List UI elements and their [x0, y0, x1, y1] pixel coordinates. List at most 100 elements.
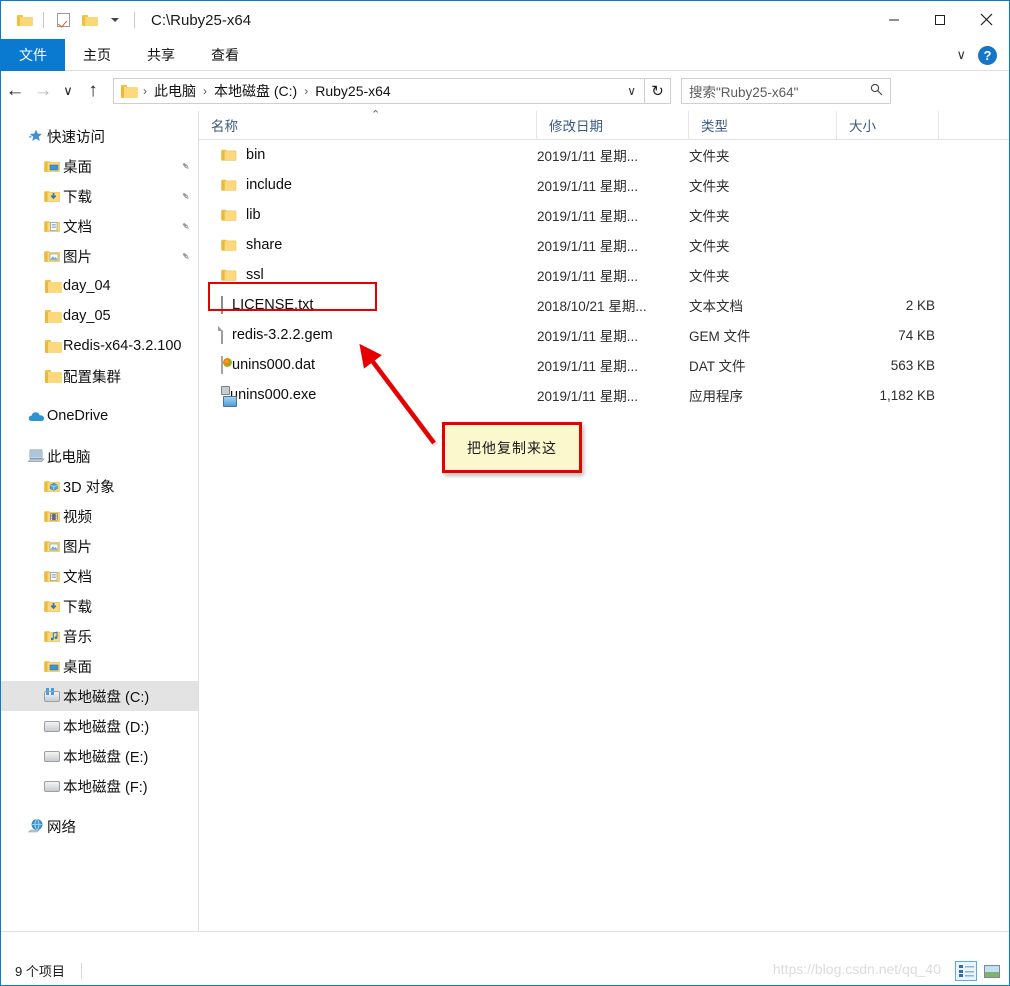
file-name-label: bin [246, 147, 266, 163]
cell-date: 2019/1/11 星期... [537, 389, 639, 404]
sidebar-item-11[interactable]: 3D 对象 [1, 471, 198, 501]
table-row[interactable]: LICENSE.txt 2018/10/21 星期... 文本文档 2 KB [199, 290, 1009, 320]
sidebar-item-label: 配置集群 [63, 369, 121, 386]
sidebar-item-17[interactable]: 桌面 [1, 651, 198, 681]
cell-type: 文件夹 [689, 269, 730, 284]
nav-group-gap [1, 391, 198, 401]
recent-locations-icon[interactable]: ∨ [57, 77, 79, 105]
table-row[interactable]: bin 2019/1/11 星期... 文件夹 [199, 140, 1009, 170]
up-button[interactable]: ↑ [79, 77, 107, 105]
sidebar-item-4[interactable]: 图片 ✒ [1, 241, 198, 271]
sidebar-item-10[interactable]: 此电脑 [1, 441, 198, 471]
sidebar-item-20[interactable]: 本地磁盘 (E:) [1, 741, 198, 771]
breadcrumb-item-local-disk-c[interactable]: 本地磁盘 (C:) [214, 81, 297, 101]
breadcrumb[interactable]: › 此电脑 › 本地磁盘 (C:) › Ruby25-x64 ∨ [113, 78, 645, 104]
sidebar-item-0[interactable]: 快速访问 [1, 121, 198, 151]
new-folder-icon[interactable] [76, 7, 102, 33]
sidebar-item-12[interactable]: 视频 [1, 501, 198, 531]
properties-icon[interactable] [50, 7, 76, 33]
cell-size: 563 KB [890, 357, 935, 373]
sidebar-item-7[interactable]: Redis-x64-3.2.100 [1, 331, 198, 361]
toolbar-divider-2 [134, 12, 135, 28]
search-input[interactable]: 搜索"Ruby25-x64" [681, 78, 891, 104]
column-header-type[interactable]: 类型 [689, 110, 837, 140]
column-header-name[interactable]: 名称 [199, 110, 537, 140]
pin-icon[interactable]: ✒ [178, 218, 194, 234]
pin-icon[interactable]: ✒ [178, 158, 194, 174]
cell-type: 文件夹 [689, 209, 730, 224]
sidebar-item-1[interactable]: 桌面 ✒ [1, 151, 198, 181]
cell-name: lib [199, 207, 537, 223]
details-view-button[interactable] [955, 961, 977, 981]
breadcrumb-dropdown-icon[interactable]: ∨ [627, 84, 640, 98]
table-row[interactable]: lib 2019/1/11 星期... 文件夹 [199, 200, 1009, 230]
close-button[interactable] [963, 1, 1009, 38]
folder-icon [221, 178, 237, 192]
table-row[interactable]: redis-3.2.2.gem 2019/1/11 星期... GEM 文件 74 K… [199, 320, 1009, 350]
sidebar-item-14[interactable]: 文档 [1, 561, 198, 591]
folder-icon [221, 268, 237, 282]
help-icon[interactable]: ? [978, 45, 997, 65]
thumbnail-view-button[interactable] [981, 961, 1003, 981]
cell-type: GEM 文件 [689, 329, 751, 344]
folder-pictures-icon [41, 539, 63, 553]
folder-videos-icon [41, 509, 63, 523]
tab-share[interactable]: 共享 [129, 39, 193, 71]
sidebar-item-label: 本地磁盘 (E:) [63, 749, 149, 766]
breadcrumb-item-this-pc[interactable]: 此电脑 [154, 81, 196, 101]
sidebar-item-19[interactable]: 本地磁盘 (D:) [1, 711, 198, 741]
folder-desktop-icon [41, 659, 63, 673]
column-header-extra[interactable] [939, 111, 1009, 140]
cell-type: 文件夹 [689, 149, 730, 164]
chevron-down-icon[interactable]: ∨ [956, 47, 966, 63]
sidebar-item-16[interactable]: 音乐 [1, 621, 198, 651]
refresh-button[interactable]: ↻ [645, 78, 671, 104]
pin-icon[interactable]: ✒ [178, 248, 194, 264]
breadcrumb-separator-2[interactable]: › [203, 84, 207, 98]
tab-home[interactable]: 主页 [65, 39, 129, 71]
minimize-button[interactable] [871, 1, 917, 38]
breadcrumb-separator[interactable]: › [143, 84, 147, 98]
table-row[interactable]: share 2019/1/11 星期... 文件夹 [199, 230, 1009, 260]
cell-name: ssl [199, 267, 537, 283]
folder-downloads-icon [41, 599, 63, 613]
table-row[interactable]: ssl 2019/1/11 星期... 文件夹 [199, 260, 1009, 290]
nav-group-gap [1, 431, 198, 441]
customize-dropdown-icon[interactable] [102, 7, 128, 33]
sidebar-item-label: day_05 [63, 308, 111, 324]
sidebar-item-9[interactable]: OneDrive [1, 401, 198, 431]
cell-size: 2 KB [905, 297, 935, 313]
tab-view[interactable]: 查看 [193, 39, 257, 71]
pin-icon[interactable]: ✒ [178, 188, 194, 204]
computer-icon [25, 449, 47, 463]
sidebar-item-15[interactable]: 下载 [1, 591, 198, 621]
column-header-date[interactable]: 修改日期 [537, 110, 689, 140]
breadcrumb-item-ruby25[interactable]: Ruby25-x64 [315, 83, 391, 99]
maximize-button[interactable] [917, 1, 963, 38]
back-button[interactable]: ← [1, 77, 29, 105]
sidebar-item-2[interactable]: 下载 ✒ [1, 181, 198, 211]
table-row[interactable]: unins000.exe 2019/1/11 星期... 应用程序 1,182 KB [199, 380, 1009, 410]
explorer-body: 快速访问 桌面 ✒ 下载 ✒ 文档 ✒ 图片 ✒ day_04 day_05 Redis-x64-3.… [1, 109, 1009, 931]
sidebar-item-8[interactable]: 配置集群 [1, 361, 198, 391]
sidebar-item-22[interactable]: 网络 [1, 811, 198, 841]
tab-file[interactable]: 文件 [1, 39, 65, 71]
nav-group-gap [1, 801, 198, 811]
sidebar-item-5[interactable]: day_04 [1, 271, 198, 301]
sidebar-item-21[interactable]: 本地磁盘 (F:) [1, 771, 198, 801]
sidebar-item-18[interactable]: 本地磁盘 (C:) [1, 681, 198, 711]
cell-name: unins000.exe [199, 387, 537, 403]
sidebar-item-label: OneDrive [47, 408, 109, 424]
sidebar-item-6[interactable]: day_05 [1, 301, 198, 331]
table-row[interactable]: include 2019/1/11 星期... 文件夹 [199, 170, 1009, 200]
folder-icon[interactable] [11, 7, 37, 33]
file-name-label: redis-3.2.2.gem [232, 327, 333, 343]
sidebar-item-3[interactable]: 文档 ✒ [1, 211, 198, 241]
drive-icon [41, 720, 63, 732]
breadcrumb-separator-3[interactable]: › [304, 84, 308, 98]
column-header-size[interactable]: 大小 [837, 110, 939, 140]
sidebar-item-label: 下载 [63, 599, 92, 616]
table-row[interactable]: unins000.dat 2019/1/11 星期... DAT 文件 563 KB [199, 350, 1009, 380]
sidebar-item-label: 图片 [63, 249, 92, 266]
sidebar-item-13[interactable]: 图片 [1, 531, 198, 561]
